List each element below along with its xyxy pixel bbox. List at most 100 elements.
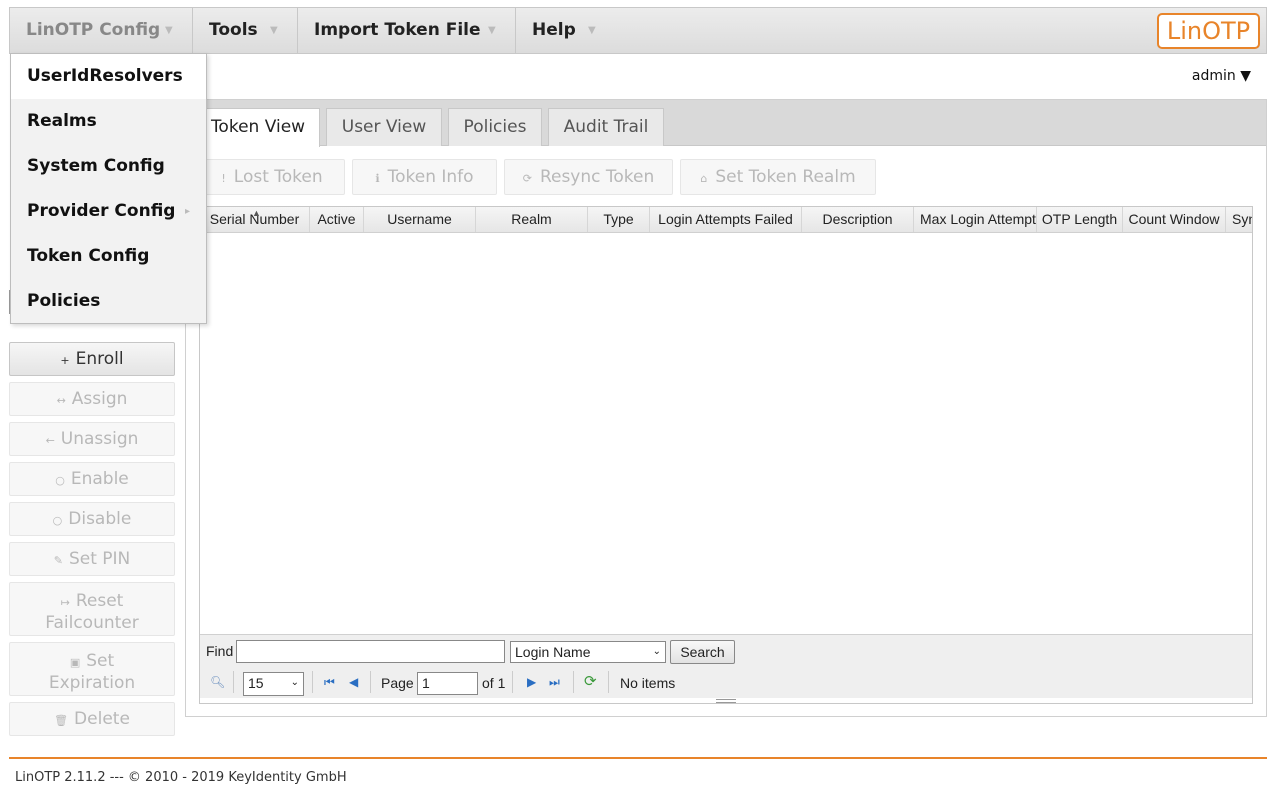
tab-audit-trail[interactable]: Audit Trail [548,108,664,146]
sync-icon: ⟳ [522,172,532,185]
enable-button[interactable]: ○ Enable [9,462,175,496]
tab-label: Token View [210,117,306,137]
column-header-count-window[interactable]: Count Window [1123,207,1226,232]
delete-label: Delete [74,709,130,729]
column-header-serial-number[interactable]: ▲ Serial Number [200,207,310,232]
reset-icon: ↦ [60,596,70,609]
dropdown-item-realms[interactable]: Realms [11,99,206,144]
column-header-sync[interactable]: Sync [1226,207,1252,232]
assign-button[interactable]: ↔ Assign [9,382,175,416]
previous-page-icon[interactable]: ◀ [349,675,358,689]
arrow-left-icon: ← [45,434,55,447]
column-label: OTP Length [1041,211,1118,227]
lost-token-button[interactable]: ! Lost Token [199,159,345,195]
calendar-icon: ▣ [69,656,81,669]
unassign-button[interactable]: ← Unassign [9,422,175,456]
set-token-realm-button[interactable]: ⌂ Set Token Realm [680,159,876,195]
column-label: Sync [1232,211,1252,227]
disable-button[interactable]: ○ Disable [9,502,175,536]
tab-token-view[interactable]: Token View [196,108,320,147]
token-info-button[interactable]: ℹ Token Info [352,159,497,195]
column-header-username[interactable]: Username [364,207,476,232]
find-input[interactable] [236,640,505,663]
circle-icon: ○ [52,514,63,527]
pin-icon: ✎ [53,554,63,567]
tab-user-view[interactable]: User View [326,108,442,146]
enroll-label: Enroll [75,349,124,369]
resync-token-label: Resync Token [539,167,655,187]
column-header-otp-length[interactable]: OTP Length [1037,207,1123,232]
sort-ascending-icon: ▲ [252,208,261,218]
column-header-active[interactable]: Active [310,207,364,232]
dropdown-item-policies[interactable]: Policies [11,279,206,324]
info-icon: ℹ [375,172,380,185]
next-page-icon[interactable]: ▶ [527,675,536,689]
menu-help[interactable]: Help ▼ [516,8,606,53]
menu-import-token-file[interactable]: Import Token File ▼ [298,8,516,53]
divider [233,671,234,693]
tab-label: Audit Trail [563,117,649,137]
dropdown-item-provider-config[interactable]: Provider Config ▸ [11,189,206,234]
dropdown-item-label: UserIdResolvers [27,66,183,86]
column-header-login-attempts-failed[interactable]: Login Attempts Failed [650,207,802,232]
user-menu[interactable]: admin ▼ [1192,68,1251,84]
last-page-icon[interactable]: ⏭ [549,675,560,690]
dropdown-item-label: Policies [27,291,101,311]
first-page-icon[interactable]: ⏮ [324,675,335,690]
circle-icon: ○ [55,474,65,487]
search-button[interactable]: Search [670,640,735,664]
column-label: Username [387,211,452,227]
page-label: Page [381,675,414,691]
tab-label: User View [341,117,427,137]
column-label: Count Window [1128,211,1220,227]
arrows-icon: ↔ [56,394,66,407]
chevron-down-icon: ▼ [488,25,496,36]
set-expiration-button[interactable]: ▣ Set Expiration [9,642,175,696]
search-field-select[interactable]: Login Name ⌄ [510,641,666,663]
menu-linotp-config-label: LinOTP Config [26,20,161,40]
resync-token-button[interactable]: ⟳ Resync Token [504,159,673,195]
delete-button[interactable]: 🗑 Delete [9,702,175,736]
column-header-description[interactable]: Description [802,207,914,232]
footer-copyright: LinOTP 2.11.2 --- © 2010 - 2019 KeyIdent… [15,770,347,785]
refresh-icon[interactable]: ⟳ [584,672,597,690]
resize-handle[interactable] [716,699,736,703]
column-header-realm[interactable]: Realm [476,207,588,232]
home-icon: ⌂ [700,172,708,185]
top-menubar: LinOTP Config ▼ Tools ▼ Import Token Fil… [9,7,1267,54]
page-size-select[interactable]: 15 ⌄ [243,672,304,696]
enroll-button[interactable]: + Enroll [9,342,175,376]
chevron-down-icon: ▼ [165,25,173,36]
dropdown-item-token-config[interactable]: Token Config [11,234,206,279]
menu-linotp-config[interactable]: LinOTP Config ▼ [10,8,193,53]
token-info-label: Token Info [387,167,474,187]
dropdown-item-system-config[interactable]: System Config [11,144,206,189]
chevron-down-icon: ⌄ [290,677,299,688]
column-label: Max Login Attempts [920,211,1037,227]
magnifier-icon[interactable]: 🔍︎ [210,675,225,689]
column-header-max-login-attempts[interactable]: Max Login Attempts [914,207,1037,232]
dropdown-item-label: Token Config [27,246,150,266]
column-header-type[interactable]: Type [588,207,650,232]
menu-tools[interactable]: Tools ▼ [193,8,298,53]
linotp-logo: LinOTP [1157,13,1260,49]
set-pin-button[interactable]: ✎ Set PIN [9,542,175,576]
footer-divider [9,757,1267,759]
column-label: Login Attempts Failed [658,211,793,227]
menu-tools-label: Tools [209,20,258,40]
tab-policies[interactable]: Policies [448,108,542,146]
page-number-input[interactable]: 1 [417,672,478,695]
exclamation-icon: ! [221,172,226,185]
divider [512,671,513,693]
set-token-realm-label: Set Token Realm [715,167,856,187]
search-field-value: Login Name [515,644,591,660]
reset-failcounter-button[interactable]: ↦ Reset Failcounter [9,582,175,636]
plus-icon: + [60,354,70,367]
divider [573,671,574,693]
column-label: Description [822,211,893,227]
token-grid: ▲ Serial Number Active Username Realm Typ… [199,206,1253,704]
column-label: Type [603,211,634,227]
dropdown-item-label: Realms [27,111,97,131]
tab-label: Policies [463,117,527,137]
dropdown-item-useridresolvers[interactable]: UserIdResolvers [11,54,206,99]
